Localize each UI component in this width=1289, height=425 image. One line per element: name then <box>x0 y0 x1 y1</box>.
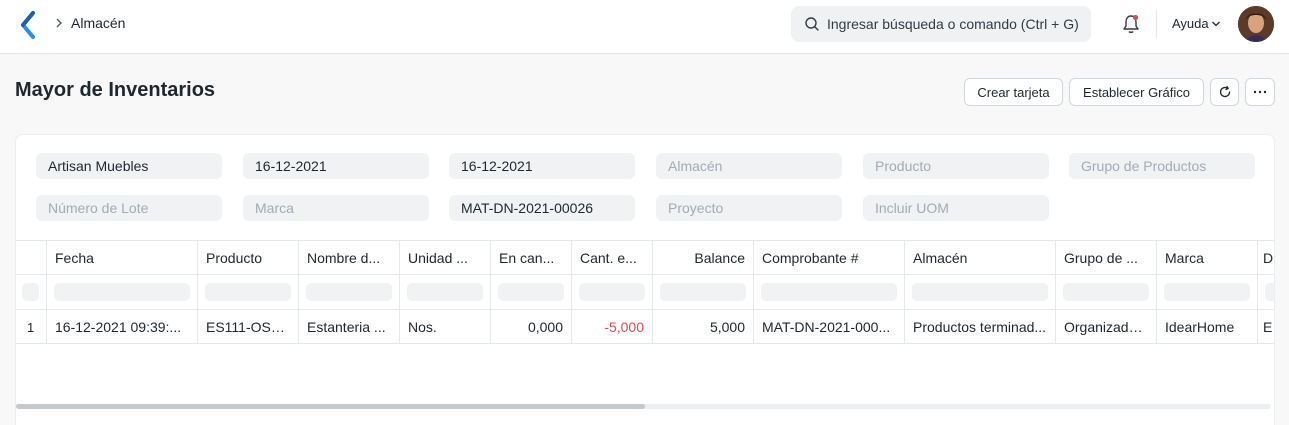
table-header-row: Fecha Producto Nombre d... Unidad ... En… <box>16 240 1274 275</box>
from-date-filter[interactable]: 16-12-2021 <box>243 153 429 179</box>
company-filter[interactable]: Artisan Muebles <box>36 153 222 179</box>
cell-date[interactable]: 16-12-2021 09:39:... <box>47 310 198 343</box>
cell-uom[interactable]: Nos. <box>400 310 491 343</box>
to-date-filter[interactable]: 16-12-2021 <box>449 153 635 179</box>
column-filter-input[interactable] <box>912 283 1048 301</box>
more-actions-button[interactable] <box>1245 78 1275 106</box>
column-header[interactable]: Nombre d... <box>299 241 400 274</box>
batch-filter[interactable]: Número de Lote <box>36 195 222 221</box>
project-filter[interactable]: Proyecto <box>656 195 842 221</box>
column-filter-input[interactable] <box>306 283 392 301</box>
column-filter-input[interactable] <box>1164 283 1250 301</box>
column-filter-input[interactable] <box>579 283 645 301</box>
column-header[interactable]: Unidad ... <box>400 241 491 274</box>
search-icon <box>805 17 819 31</box>
cell-item-name[interactable]: Estanteria ... <box>299 310 400 343</box>
cell-balance[interactable]: 5,000 <box>653 310 754 343</box>
navbar: Almacén Ingresar búsqueda o comando (Ctr… <box>0 0 1289 54</box>
set-chart-button[interactable]: Establecer Gráfico <box>1069 78 1204 106</box>
column-filter-input[interactable] <box>1265 283 1274 301</box>
cell-voucher[interactable]: MAT-DN-2021-000... <box>754 310 905 343</box>
user-avatar[interactable] <box>1238 6 1274 42</box>
column-filter-cell <box>1258 275 1274 309</box>
cell-out-qty[interactable]: -5,000 <box>572 310 653 343</box>
column-header[interactable]: Almacén <box>905 241 1056 274</box>
column-filter-row <box>16 275 1274 310</box>
column-header[interactable]: D <box>1258 241 1274 274</box>
column-filter-cell <box>198 275 299 309</box>
create-card-button[interactable]: Crear tarjeta <box>964 78 1063 106</box>
search-input[interactable]: Ingresar búsqueda o comando (Ctrl + G) <box>827 16 1079 32</box>
row-index: 1 <box>16 310 47 343</box>
app-logo-icon[interactable] <box>18 11 40 39</box>
column-filter-input[interactable] <box>660 283 746 301</box>
column-header[interactable]: Cant. e... <box>572 241 653 274</box>
notification-bell-icon[interactable] <box>1121 13 1141 35</box>
column-header[interactable]: En can... <box>491 241 572 274</box>
breadcrumb-warehouse[interactable]: Almacén <box>71 15 125 31</box>
column-filter-cell <box>1157 275 1258 309</box>
help-menu[interactable]: Ayuda <box>1172 16 1209 31</box>
item-group-filter[interactable]: Grupo de Productos <box>1069 153 1255 179</box>
cell-item-group[interactable]: Organizador... <box>1056 310 1157 343</box>
report-card: Artisan Muebles 16-12-2021 16-12-2021 Al… <box>15 134 1275 425</box>
horizontal-scrollbar-thumb[interactable] <box>16 404 645 409</box>
column-header[interactable]: Marca <box>1157 241 1258 274</box>
include-uom-filter[interactable]: Incluir UOM <box>863 195 1049 221</box>
column-filter-cell <box>754 275 905 309</box>
page-title: Mayor de Inventarios <box>15 79 216 101</box>
user-photo-icon <box>1238 6 1274 42</box>
ellipsis-icon <box>1253 90 1267 94</box>
table-row[interactable]: 1 16-12-2021 09:39:... ES111-OSC... Esta… <box>16 310 1274 344</box>
warehouse-filter[interactable]: Almacén <box>656 153 842 179</box>
column-filter-input[interactable] <box>761 283 897 301</box>
chevron-down-icon[interactable] <box>1211 20 1221 28</box>
refresh-button[interactable] <box>1210 78 1239 106</box>
column-header[interactable]: Grupo de ... <box>1056 241 1157 274</box>
navbar-divider <box>1156 10 1157 38</box>
row-index-header <box>16 241 47 274</box>
column-filter-cell <box>491 275 572 309</box>
chevron-right-icon <box>56 18 62 28</box>
column-filter-input[interactable] <box>498 283 564 301</box>
column-filter-input[interactable] <box>54 283 190 301</box>
cell-warehouse[interactable]: Productos terminad... <box>905 310 1056 343</box>
brand-filter[interactable]: Marca <box>243 195 429 221</box>
column-header[interactable]: Balance <box>653 241 754 274</box>
refresh-icon <box>1219 85 1230 98</box>
column-filter-cell <box>47 275 198 309</box>
column-filter-cell <box>905 275 1056 309</box>
column-filter-cell <box>1056 275 1157 309</box>
column-filter-input[interactable] <box>407 283 483 301</box>
column-header[interactable]: Comprobante # <box>754 241 905 274</box>
search-bar[interactable]: Ingresar búsqueda o comando (Ctrl + G) <box>791 6 1091 42</box>
column-filter-input[interactable] <box>205 283 291 301</box>
row-index-filter-cell <box>16 275 47 309</box>
column-filter-cell <box>400 275 491 309</box>
column-header[interactable]: Producto <box>198 241 299 274</box>
cell-brand[interactable]: IdearHome <box>1157 310 1258 343</box>
voucher-filter[interactable]: MAT-DN-2021-00026 <box>449 195 635 221</box>
column-filter-cell <box>572 275 653 309</box>
column-filter-input[interactable] <box>22 283 39 301</box>
column-header[interactable]: Fecha <box>47 241 198 274</box>
cell-item[interactable]: ES111-OSC... <box>198 310 299 343</box>
column-filter-input[interactable] <box>1063 283 1149 301</box>
column-filter-cell <box>299 275 400 309</box>
item-filter[interactable]: Producto <box>863 153 1049 179</box>
column-filter-cell <box>653 275 754 309</box>
cell-in-qty[interactable]: 0,000 <box>491 310 572 343</box>
cell-description[interactable]: E <box>1258 310 1274 343</box>
